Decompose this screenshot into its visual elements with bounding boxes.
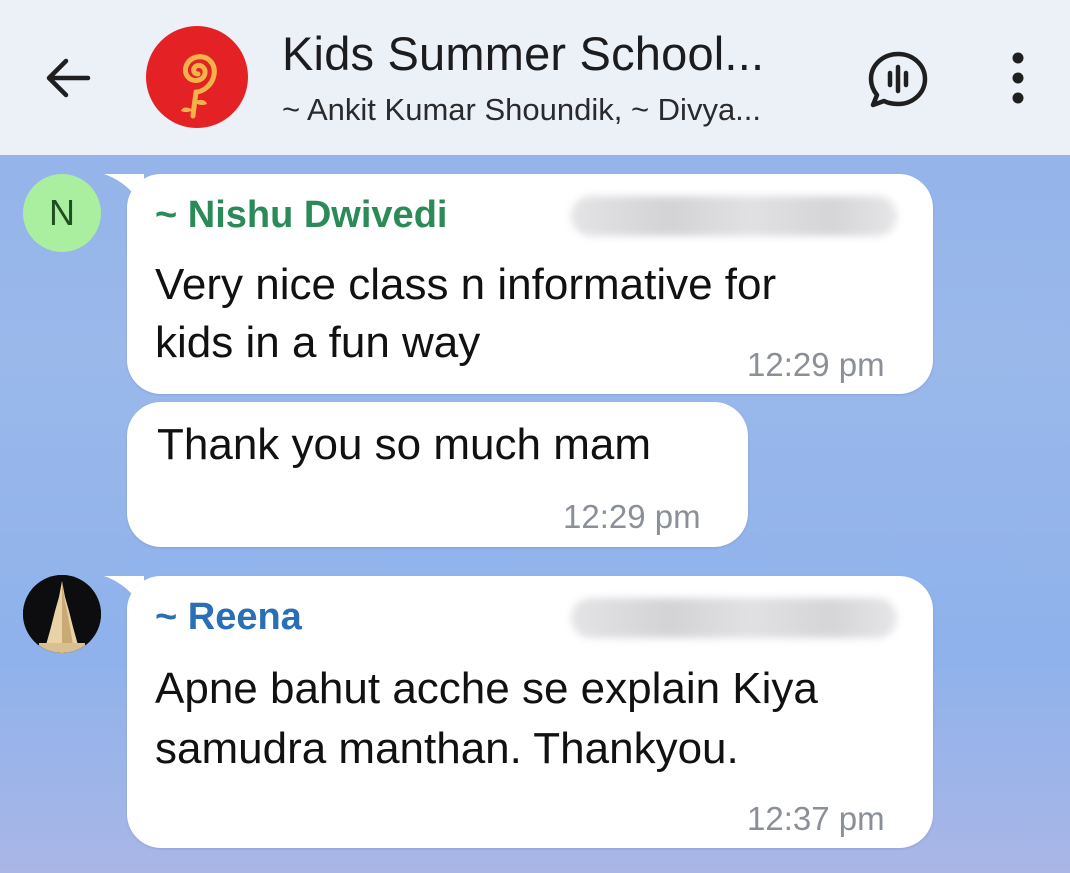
sender-avatar[interactable]: N — [23, 174, 101, 252]
chat-title[interactable]: Kids Summer School... — [282, 26, 764, 81]
redacted-phone-number — [571, 196, 897, 236]
back-button[interactable] — [38, 48, 98, 108]
spiral-logo-icon — [181, 54, 217, 119]
sender-name[interactable]: ~ Reena — [155, 596, 302, 639]
voice-chat-icon — [868, 51, 928, 108]
more-options-button[interactable] — [996, 48, 1040, 108]
message-bubble[interactable]: Thank you so much mam 12:29 pm — [127, 402, 748, 547]
chat-members[interactable]: ~ Ankit Kumar Shoundik, ~ Divya... — [282, 92, 761, 128]
redacted-phone-number — [571, 598, 897, 638]
more-vertical-icon — [1012, 52, 1024, 104]
temple-photo-icon — [23, 575, 101, 653]
arrow-left-icon — [46, 58, 91, 98]
message-bubble[interactable]: ~ Nishu Dwivedi Very nice class n inform… — [127, 174, 933, 394]
message-text-line: samudra manthan. Thankyou. — [155, 724, 739, 773]
message-text: Thank you so much mam — [157, 420, 651, 469]
sender-name[interactable]: ~ Nishu Dwivedi — [155, 194, 447, 237]
message-text-line: kids in a fun way — [155, 318, 481, 367]
message-text-line: Very nice class n informative for — [155, 260, 777, 309]
chat-header: Kids Summer School... ~ Ankit Kumar Shou… — [0, 0, 1070, 155]
sender-avatar[interactable] — [23, 575, 101, 653]
message-text-line: Apne bahut acche se explain Kiya — [155, 664, 818, 713]
message-time: 12:37 pm — [747, 800, 885, 837]
avatar-letter: N — [49, 192, 75, 233]
message-bubble[interactable]: ~ Reena Apne bahut acche se explain Kiya… — [127, 576, 933, 848]
voice-chat-button[interactable] — [866, 48, 930, 112]
message-time: 12:29 pm — [747, 346, 885, 383]
group-avatar[interactable] — [146, 26, 248, 128]
message-time: 12:29 pm — [563, 498, 701, 535]
